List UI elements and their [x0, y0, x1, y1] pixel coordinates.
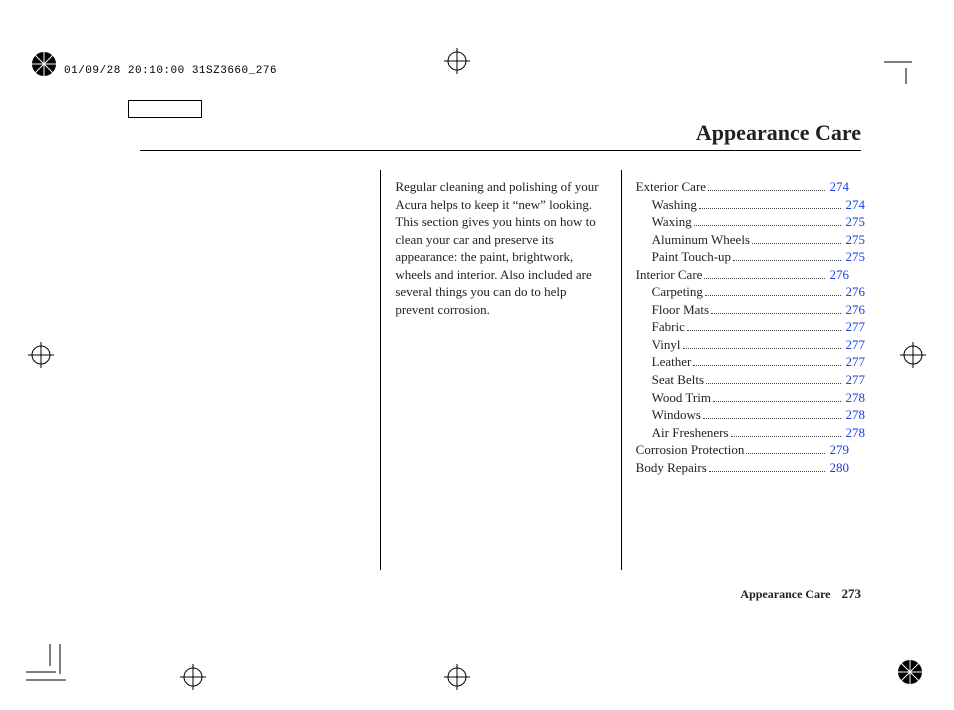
column-2-intro: Regular cleaning and polishing of your A…: [380, 170, 620, 570]
registration-mark-icon: [30, 50, 58, 78]
toc-leader-dots: [699, 208, 842, 209]
toc-page-number[interactable]: 278: [845, 389, 865, 407]
crop-mark-icon: [26, 644, 76, 694]
toc-leader-dots: [709, 471, 826, 472]
toc-page-number[interactable]: 274: [845, 196, 865, 214]
toc-leader-dots: [731, 436, 842, 437]
toc-entry[interactable]: Air Fresheners 278: [636, 424, 865, 442]
toc-label: Paint Touch-up: [652, 248, 731, 266]
toc-entry[interactable]: Carpeting 276: [636, 283, 865, 301]
toc-leader-dots: [687, 330, 842, 331]
content-columns: Regular cleaning and polishing of your A…: [140, 170, 861, 570]
toc-label: Carpeting: [652, 283, 703, 301]
registration-cross-icon: [444, 664, 470, 690]
registration-cross-icon: [444, 48, 470, 74]
toc-entry[interactable]: Interior Care 276: [636, 266, 849, 284]
toc-leader-dots: [703, 418, 842, 419]
page-footer: Appearance Care 273: [740, 586, 861, 602]
toc-leader-dots: [708, 190, 825, 191]
crop-mark-icon: [884, 42, 928, 84]
toc-page-number[interactable]: 276: [845, 301, 865, 319]
toc-page-number[interactable]: 277: [845, 336, 865, 354]
toc-entry[interactable]: Leather 277: [636, 353, 865, 371]
registration-cross-icon: [28, 342, 54, 368]
toc-leader-dots: [683, 348, 842, 349]
toc-page-number[interactable]: 279: [829, 441, 849, 459]
toc-label: Corrosion Protection: [636, 441, 745, 459]
toc-entry[interactable]: Seat Belts 277: [636, 371, 865, 389]
toc-page-number[interactable]: 275: [845, 248, 865, 266]
toc-label: Wood Trim: [652, 389, 711, 407]
toc-page-number[interactable]: 275: [845, 213, 865, 231]
toc-label: Waxing: [652, 213, 692, 231]
registration-cross-icon: [900, 342, 926, 368]
toc-page-number[interactable]: 278: [845, 424, 865, 442]
toc-page-number[interactable]: 280: [829, 459, 849, 477]
horizontal-rule: [140, 150, 861, 151]
toc-label: Interior Care: [636, 266, 703, 284]
toc-page-number[interactable]: 277: [845, 353, 865, 371]
toc-page-number[interactable]: 277: [845, 318, 865, 336]
toc-entry[interactable]: Corrosion Protection 279: [636, 441, 849, 459]
registration-cross-icon: [180, 664, 206, 690]
toc-page-number[interactable]: 274: [829, 178, 849, 196]
toc-leader-dots: [713, 401, 842, 402]
registration-mark-icon: [896, 658, 924, 686]
toc-leader-dots: [746, 453, 825, 454]
toc-leader-dots: [705, 295, 842, 296]
toc-page-number[interactable]: 277: [845, 371, 865, 389]
toc-label: Exterior Care: [636, 178, 706, 196]
toc-leader-dots: [733, 260, 841, 261]
toc-label: Air Fresheners: [652, 424, 729, 442]
footer-page-number: 273: [842, 586, 862, 601]
page-title: Appearance Care: [696, 120, 861, 146]
toc-label: Aluminum Wheels: [652, 231, 750, 249]
toc-entry[interactable]: Waxing 275: [636, 213, 865, 231]
toc-label: Fabric: [652, 318, 685, 336]
toc-entry[interactable]: Paint Touch-up 275: [636, 248, 865, 266]
toc-label: Leather: [652, 353, 692, 371]
toc-entry[interactable]: Body Repairs 280: [636, 459, 849, 477]
print-stamp: 01/09/28 20:10:00 31SZ3660_276: [64, 65, 277, 77]
toc-leader-dots: [711, 313, 841, 314]
toc-label: Body Repairs: [636, 459, 707, 477]
toc-entry[interactable]: Windows 278: [636, 406, 865, 424]
column-3-toc: Exterior Care274Washing274Waxing275Alumi…: [621, 170, 861, 570]
toc-entry[interactable]: Washing 274: [636, 196, 865, 214]
placeholder-box: [128, 100, 202, 118]
toc-entry[interactable]: Fabric 277: [636, 318, 865, 336]
toc-label: Seat Belts: [652, 371, 704, 389]
column-1-empty: [140, 170, 380, 570]
toc-page-number[interactable]: 276: [845, 283, 865, 301]
toc-label: Vinyl: [652, 336, 681, 354]
toc-label: Washing: [652, 196, 697, 214]
toc-entry[interactable]: Exterior Care 274: [636, 178, 849, 196]
footer-section-name: Appearance Care: [740, 587, 830, 601]
toc-leader-dots: [704, 278, 825, 279]
toc-page-number[interactable]: 278: [845, 406, 865, 424]
toc-entry[interactable]: Floor Mats 276: [636, 301, 865, 319]
toc-leader-dots: [694, 225, 842, 226]
toc-leader-dots: [706, 383, 841, 384]
toc-entry[interactable]: Aluminum Wheels 275: [636, 231, 865, 249]
toc-page-number[interactable]: 275: [845, 231, 865, 249]
toc-leader-dots: [693, 365, 841, 366]
toc-label: Windows: [652, 406, 701, 424]
toc-label: Floor Mats: [652, 301, 709, 319]
intro-paragraph: Regular cleaning and polishing of your A…: [395, 178, 608, 318]
toc-entry[interactable]: Vinyl 277: [636, 336, 865, 354]
toc-page-number[interactable]: 276: [829, 266, 849, 284]
toc-leader-dots: [752, 243, 841, 244]
toc-entry[interactable]: Wood Trim 278: [636, 389, 865, 407]
